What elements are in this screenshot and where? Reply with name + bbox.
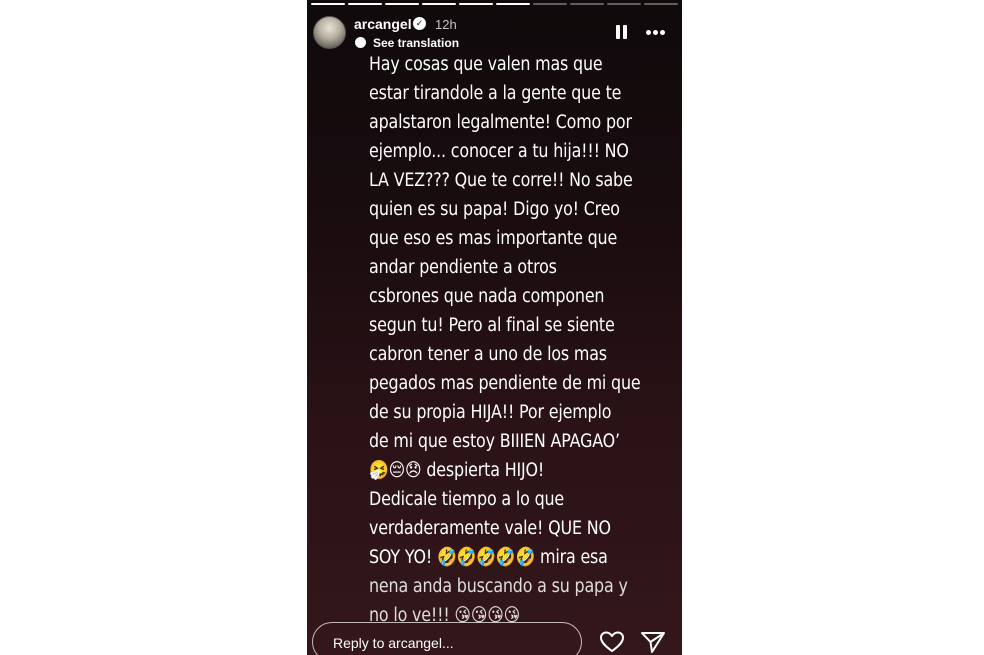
story-text-line: andar pendiente a otros xyxy=(369,257,557,278)
story-text-line: segun tu! Pero al final se siente xyxy=(369,315,615,336)
progress-segment xyxy=(311,3,345,5)
like-button[interactable] xyxy=(599,630,625,654)
progress-segment xyxy=(496,3,530,5)
more-options-button[interactable] xyxy=(644,30,668,36)
story-text-line: quien es su papa! Digo yo! Creo xyxy=(369,199,620,220)
progress-segment xyxy=(533,3,567,5)
story-text-line: Dedicale tiempo a lo que xyxy=(369,489,565,510)
story-text-line: apalstaron legalmente! Como por xyxy=(369,112,632,133)
story-text-line: pegados mas pendiente de mi que xyxy=(369,373,641,394)
story-text-line: cabron tener a uno de los mas xyxy=(369,344,607,365)
reply-input[interactable]: Reply to arcangel... xyxy=(312,622,582,655)
verified-badge-icon: ✓ xyxy=(413,17,426,30)
progress-segment xyxy=(607,3,641,5)
translate-bubble-icon xyxy=(355,37,366,48)
story-text: Hay cosas que valen mas que estar tirand… xyxy=(369,50,659,630)
progress-segment xyxy=(348,3,382,5)
heart-icon xyxy=(600,631,624,652)
progress-segment xyxy=(459,3,493,5)
post-time: 12h xyxy=(435,17,457,32)
pause-icon xyxy=(616,25,620,39)
more-options-icon xyxy=(646,30,651,35)
story-text-line: verdaderamente vale! QUE NO xyxy=(369,518,611,539)
story-viewer[interactable]: arcangel ✓ 12h See translation Hay cosas… xyxy=(307,0,682,655)
story-text-line: csbrones que nada componen xyxy=(369,286,605,307)
story-text-line: de su propia HIJA!! Por ejemplo xyxy=(369,402,612,423)
story-text-line: de mi que estoy BIIIEN APAGAO’ xyxy=(369,431,620,452)
progress-segment xyxy=(570,3,604,5)
reply-placeholder: Reply to arcangel... xyxy=(333,635,454,651)
pause-button[interactable] xyxy=(614,25,628,41)
story-text-line: LA VEZ??? Que te corre!! No sabe xyxy=(369,170,633,191)
story-text-line: Hay cosas que valen mas que xyxy=(369,54,603,75)
story-text-line: ejemplo... conocer a tu hija!!! NO xyxy=(369,141,629,162)
story-header: arcangel ✓ 12h See translation xyxy=(311,15,672,51)
username[interactable]: arcangel xyxy=(354,16,412,32)
progress-segment xyxy=(385,3,419,5)
story-progress-bar xyxy=(311,3,678,5)
story-text-line: 🤧😔😞 despierta HIJO! xyxy=(369,460,545,481)
progress-segment xyxy=(422,3,456,5)
avatar[interactable] xyxy=(313,16,346,49)
story-text-line: que eso es mas importante que xyxy=(369,228,618,249)
story-text-line: nena anda buscando a su papa y xyxy=(369,576,628,597)
see-translation-link[interactable]: See translation xyxy=(373,36,459,50)
pause-icon-bar xyxy=(623,25,627,39)
progress-segment xyxy=(644,3,678,5)
story-text-line: SOY YO! 🤣🤣🤣🤣🤣 mira esa xyxy=(369,547,608,568)
story-text-line: estar tirandole a la gente que te xyxy=(369,83,622,104)
send-icon xyxy=(641,632,665,653)
more-options-dot xyxy=(653,30,658,35)
more-options-dot xyxy=(660,30,665,35)
share-button[interactable] xyxy=(640,630,666,654)
